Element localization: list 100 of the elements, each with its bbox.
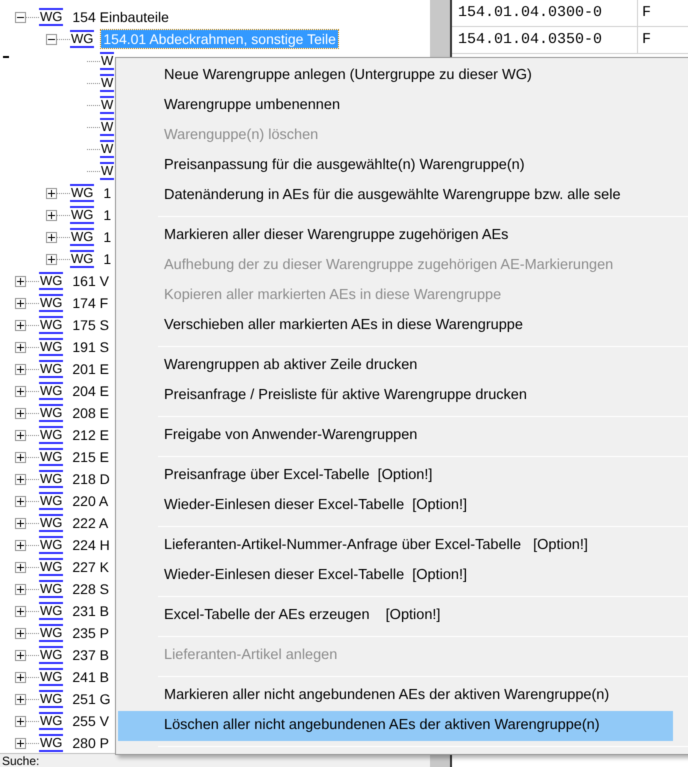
table-cell-text: F <box>641 30 652 50</box>
expand-icon[interactable] <box>15 364 26 374</box>
splitter-mark <box>3 56 9 58</box>
menu-item[interactable]: Neue Warengruppe anlegen (Untergruppe zu dieser WG) <box>118 61 673 91</box>
menu-item[interactable]: Preisanfrage / Preisliste für aktive Warengruppe drucken <box>118 381 673 411</box>
expand-icon[interactable] <box>15 738 26 748</box>
tree-item-label[interactable]: 228 S <box>70 580 111 598</box>
group-tag: WG <box>70 184 94 202</box>
tree-item-label[interactable]: 251 G <box>70 690 113 708</box>
menu-item[interactable]: Markieren aller nicht angebundenen AEs der aktiven Warengruppe(n) <box>118 681 673 711</box>
expand-icon[interactable] <box>15 276 26 286</box>
group-tag: WG <box>39 338 64 356</box>
expand-icon[interactable] <box>46 210 57 220</box>
expand-icon[interactable] <box>15 452 26 462</box>
group-tag: WG <box>39 558 64 576</box>
expand-icon[interactable] <box>15 408 26 418</box>
group-tag: WG <box>39 690 64 708</box>
group-tag: WG <box>39 8 64 26</box>
search-label: Suche: <box>2 754 40 766</box>
expand-icon[interactable] <box>15 430 26 440</box>
expand-icon[interactable] <box>46 254 57 264</box>
group-tag: WG <box>39 448 64 466</box>
tree-item-label[interactable]: 1 <box>101 228 114 246</box>
group-tag: WG <box>39 712 64 730</box>
tree-item-label[interactable]: 227 K <box>70 558 111 576</box>
menu-item[interactable]: Lieferanten-Artikel-Nummer-Anfrage über Excel-Tabelle [Option!] <box>118 531 673 561</box>
group-tag: WG <box>39 536 64 554</box>
tree-item-label[interactable]: 237 B <box>70 646 111 664</box>
tree-item-label[interactable]: 1 <box>101 206 114 224</box>
table-cell: 154.01.04.0300-0 <box>452 0 638 26</box>
group-tag: WG <box>39 580 64 598</box>
expand-icon[interactable] <box>15 650 26 660</box>
expand-icon[interactable] <box>15 628 26 638</box>
tree-item-label[interactable]: 191 S <box>70 338 111 356</box>
group-tag: WG <box>39 514 64 532</box>
expand-icon[interactable] <box>15 342 26 352</box>
collapse-icon[interactable] <box>15 12 26 22</box>
collapse-icon[interactable] <box>46 34 57 44</box>
group-tag: WG <box>39 624 64 642</box>
tree-item-label[interactable]: 215 E <box>70 448 111 466</box>
expand-icon[interactable] <box>15 496 26 506</box>
tree-item-label[interactable]: 154 Einbauteile <box>70 8 171 26</box>
menu-item[interactable]: Wieder-Einlesen dieser Excel-Tabelle [Option!] <box>118 491 673 521</box>
tree-item-label[interactable]: 218 D <box>70 470 112 488</box>
expand-icon[interactable] <box>15 606 26 616</box>
menu-item[interactable]: Löschen aller nicht angebundenen AEs der aktiven Warengruppe(n) <box>118 711 673 741</box>
group-tag: WG <box>39 492 64 510</box>
menu-item[interactable]: Warengruppe umbenennen <box>118 91 673 121</box>
menu-item[interactable]: Verschieben aller markierten AEs in diese Warengruppe <box>118 311 673 341</box>
tree-item-label[interactable]: 174 F <box>70 294 110 312</box>
tree-item-label[interactable]: 212 E <box>70 426 111 444</box>
tree-item-label[interactable]: 255 V <box>70 712 111 730</box>
tree-item-label[interactable]: 208 E <box>70 404 111 422</box>
tree-item-label[interactable]: 1 <box>101 250 114 268</box>
table-cell-text: F <box>641 2 652 23</box>
expand-icon[interactable] <box>15 298 26 308</box>
expand-icon[interactable] <box>15 320 26 330</box>
expand-icon[interactable] <box>15 716 26 726</box>
expand-icon[interactable] <box>46 232 57 242</box>
tree-item-label[interactable]: 201 E <box>70 360 111 378</box>
menu-item[interactable]: Markieren aller dieser Warengruppe zugehörigen AEs <box>118 221 673 251</box>
group-tag: WG <box>70 250 94 268</box>
tree-item-label[interactable]: 241 B <box>70 668 111 686</box>
menu-item[interactable]: Freigabe von Anwender-Warengruppen <box>118 421 673 451</box>
tree-item-label[interactable]: 175 S <box>70 316 111 334</box>
group-tag: WG <box>39 404 64 422</box>
menu-item[interactable]: Preisanpassung für die ausgewählte(n) Warengruppe(n) <box>118 151 673 181</box>
expand-icon[interactable] <box>15 540 26 550</box>
group-tag: WG <box>39 602 64 620</box>
menu-item[interactable]: Wieder-Einlesen dieser Excel-Tabelle [Option!] <box>118 561 673 591</box>
expand-icon[interactable] <box>15 694 26 704</box>
tree-item-label[interactable]: 224 H <box>70 536 112 554</box>
group-tag: WG <box>39 294 64 312</box>
menu-item[interactable]: Warengruppen ab aktiver Zeile drucken <box>118 351 673 381</box>
group-tag: WG <box>39 316 64 334</box>
menu-item[interactable]: Preisanfrage über Excel-Tabelle [Option!] <box>118 461 673 491</box>
tree-item-label[interactable]: 231 B <box>70 602 111 620</box>
group-tag: WG <box>39 646 64 664</box>
tree-item-label[interactable]: 161 V <box>70 272 111 290</box>
group-tag: WG <box>39 272 64 290</box>
group-tag: WG <box>39 668 64 686</box>
expand-icon[interactable] <box>15 386 26 396</box>
tree-item-label[interactable]: 235 P <box>70 624 111 642</box>
group-tag: WG <box>39 426 64 444</box>
tree-item-label[interactable]: 220 A <box>70 492 110 510</box>
tree-item-label[interactable]: 280 P <box>70 734 111 752</box>
group-tag: WG <box>39 382 64 400</box>
expand-icon[interactable] <box>46 188 57 198</box>
expand-icon[interactable] <box>15 584 26 594</box>
tree-item-label[interactable]: 1 <box>101 184 114 202</box>
tree-item-label[interactable]: 222 A <box>70 514 110 532</box>
tree-item-label[interactable]: 204 E <box>70 382 111 400</box>
menu-item[interactable]: Datenänderung in AEs für die ausgewählte Warengruppe bzw. alle sele <box>118 181 673 211</box>
expand-icon[interactable] <box>15 672 26 682</box>
expand-icon[interactable] <box>15 518 26 528</box>
expand-icon[interactable] <box>15 474 26 484</box>
menu-item[interactable]: Excel-Tabelle der AEs erzeugen [Option!] <box>118 601 673 631</box>
expand-icon[interactable] <box>15 562 26 572</box>
group-tag: WG <box>39 470 64 488</box>
group-tag: WG <box>39 360 64 378</box>
